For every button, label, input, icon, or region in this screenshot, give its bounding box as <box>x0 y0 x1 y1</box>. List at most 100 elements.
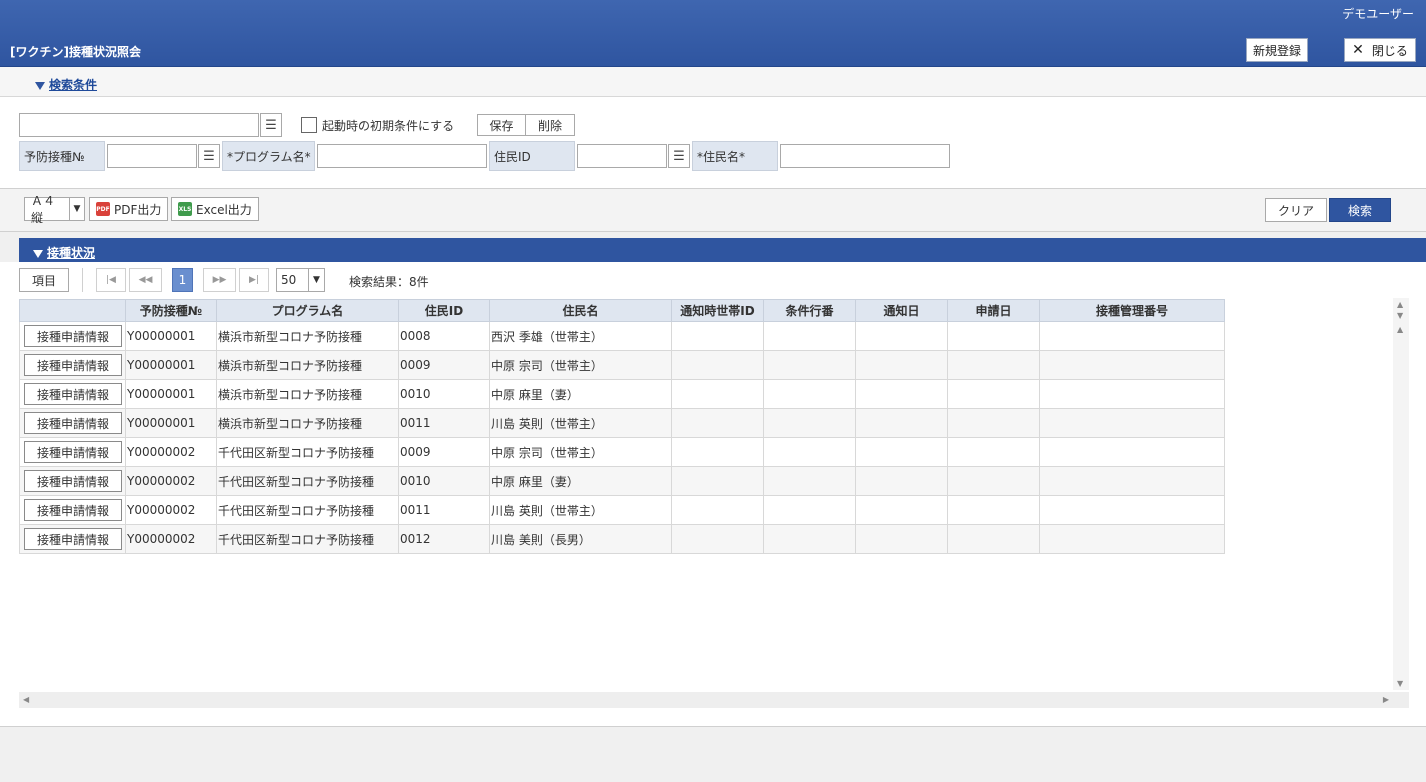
resident-id-list-button[interactable]: ☰ <box>668 144 690 168</box>
scroll-up-icon[interactable]: ▲ <box>1397 300 1403 309</box>
horizontal-scrollbar[interactable]: ◀ ▶ <box>19 692 1409 708</box>
resident-name-label: *住民名* <box>692 141 778 171</box>
cell-vaccine-no: Y00000002 <box>125 466 217 496</box>
cell-program-name: 横浜市新型コロナ予防接種 <box>216 408 399 438</box>
cell-resident-id: 0011 <box>398 408 490 438</box>
next-page-button[interactable]: ▶▶ <box>203 268 236 292</box>
cell-program-name: 千代田区新型コロナ予防接種 <box>216 466 399 496</box>
cell-vaccine-no: Y00000001 <box>125 350 217 380</box>
resident-name-input[interactable] <box>780 144 950 168</box>
scroll-down-icon[interactable]: ▼ <box>1397 679 1403 688</box>
excel-export-button[interactable]: XLS Excel出力 <box>171 197 259 221</box>
cell-resident-name: 中原 宗司（世帯主） <box>489 350 672 380</box>
current-page[interactable]: 1 <box>172 268 193 292</box>
header-notice-date[interactable]: 通知日 <box>855 299 948 322</box>
vaccination-application-button[interactable]: 接種申請情報 <box>24 383 122 405</box>
header-household-id[interactable]: 通知時世帯ID <box>671 299 764 322</box>
vaccination-application-button[interactable]: 接種申請情報 <box>24 528 122 550</box>
cell-vaccine-no: Y00000002 <box>125 437 217 467</box>
dropdown-arrow-icon: ▼ <box>308 269 324 291</box>
table-row: 接種申請情報 Y00000002 千代田区新型コロナ予防接種 0012 川島 美… <box>19 524 1225 554</box>
pdf-export-button[interactable]: PDF PDF出力 <box>89 197 169 221</box>
header-application-date[interactable]: 申請日 <box>947 299 1040 322</box>
vaccination-application-button[interactable]: 接種申請情報 <box>24 412 122 434</box>
search-button[interactable]: 検索 <box>1329 198 1391 222</box>
vaccination-application-button[interactable]: 接種申請情報 <box>24 441 122 463</box>
header-management-no[interactable]: 接種管理番号 <box>1039 299 1225 322</box>
vaccination-application-button[interactable]: 接種申請情報 <box>24 354 122 376</box>
pdf-export-label: PDF出力 <box>114 202 162 217</box>
close-icon: ✕ <box>1352 42 1364 58</box>
paper-size-value: Ａ４縦 <box>31 194 56 225</box>
preset-list-button[interactable]: ☰ <box>260 113 282 137</box>
save-button[interactable]: 保存 <box>477 114 526 136</box>
paper-size-select[interactable]: Ａ４縦 ▼ <box>24 194 85 225</box>
cell-resident-id: 0010 <box>398 379 490 409</box>
cell-resident-name: 中原 宗司（世帯主） <box>489 437 672 467</box>
columns-button[interactable]: 項目 <box>19 268 69 292</box>
resident-id-label: 住民ID <box>489 141 575 171</box>
next-page-icon: ▶▶ <box>212 275 227 285</box>
vaccine-no-input[interactable] <box>107 144 197 168</box>
result-count: 検索結果：8件 <box>349 275 429 289</box>
vertical-scrollbar[interactable]: ▲ ▼ ▲ ▼ <box>1393 298 1409 690</box>
dropdown-arrow-icon: ▼ <box>68 198 84 220</box>
cell-resident-name: 川島 英則（世帯主） <box>489 495 672 525</box>
cell-resident-name: 中原 麻里（妻） <box>489 379 672 409</box>
cell-program-name: 千代田区新型コロナ予防接種 <box>216 524 399 554</box>
last-page-button[interactable]: ▶| <box>239 268 269 292</box>
excel-export-label: Excel出力 <box>196 202 252 217</box>
user-name[interactable]: デモユーザー <box>1342 5 1414 22</box>
prev-page-icon: ◀◀ <box>138 275 153 285</box>
clear-button[interactable]: クリア <box>1265 198 1327 222</box>
cell-resident-id: 0009 <box>398 350 490 380</box>
new-register-button[interactable]: 新規登録 <box>1246 38 1308 62</box>
header-action <box>19 299 126 322</box>
list-icon: ☰ <box>673 148 685 164</box>
resident-id-input[interactable] <box>577 144 667 168</box>
startup-condition-label: 起動時の初期条件にする <box>322 119 455 133</box>
vaccination-application-button[interactable]: 接種申請情報 <box>24 470 122 492</box>
cell-vaccine-no: Y00000002 <box>125 524 217 554</box>
header-resident-id[interactable]: 住民ID <box>398 299 490 322</box>
scroll-left-icon[interactable]: ◀ <box>23 695 29 704</box>
scroll-right-icon[interactable]: ▶ <box>1383 695 1389 704</box>
results-section-header <box>19 238 1426 262</box>
vaccine-no-list-button[interactable]: ☰ <box>198 144 220 168</box>
search-section-header <box>0 67 1426 97</box>
scroll-up-icon[interactable]: ▲ <box>1397 325 1403 334</box>
search-preset-input[interactable] <box>19 113 259 137</box>
cell-vaccine-no: Y00000001 <box>125 321 217 351</box>
pager-divider <box>82 268 83 292</box>
title-bar <box>0 0 1426 67</box>
cell-resident-name: 川島 美則（長男） <box>489 524 672 554</box>
header-resident-name[interactable]: 住民名 <box>489 299 672 322</box>
cell-vaccine-no: Y00000002 <box>125 495 217 525</box>
close-button-label: 閉じる <box>1371 43 1408 58</box>
close-button[interactable]: ✕ 閉じる <box>1344 38 1416 62</box>
cell-resident-id: 0008 <box>398 321 490 351</box>
table-row: 接種申請情報 Y00000002 千代田区新型コロナ予防接種 0011 川島 英… <box>19 495 1225 525</box>
search-section-title: 検索条件 <box>49 78 98 92</box>
vaccination-application-button[interactable]: 接種申請情報 <box>24 325 122 347</box>
table-row: 接種申請情報 Y00000002 千代田区新型コロナ予防接種 0009 中原 宗… <box>19 437 1225 467</box>
startup-condition-checkbox[interactable] <box>301 117 317 133</box>
table-row: 接種申請情報 Y00000001 横浜市新型コロナ予防接種 0011 川島 英則… <box>19 408 1225 438</box>
page-title: [ワクチン]接種状況照会 <box>10 45 141 59</box>
header-condition-row[interactable]: 条件行番 <box>763 299 856 322</box>
program-name-input[interactable] <box>317 144 487 168</box>
header-vaccine-no[interactable]: 予防接種№ <box>125 299 217 322</box>
results-section-toggle[interactable]: 接種状況 <box>33 244 95 261</box>
page-size-select[interactable]: 50 ▼ <box>276 268 325 292</box>
vaccination-application-button[interactable]: 接種申請情報 <box>24 499 122 521</box>
cell-vaccine-no: Y00000001 <box>125 379 217 409</box>
table-header-row: 予防接種№ プログラム名 住民ID 住民名 通知時世帯ID 条件行番 通知日 申… <box>19 299 1225 322</box>
delete-button[interactable]: 削除 <box>525 114 575 136</box>
table-row: 接種申請情報 Y00000001 横浜市新型コロナ予防接種 0010 中原 麻里… <box>19 379 1225 409</box>
scroll-down-icon[interactable]: ▼ <box>1397 311 1403 320</box>
first-page-button[interactable]: |◀ <box>96 268 126 292</box>
search-section-toggle[interactable]: 検索条件 <box>35 76 97 93</box>
page-size-value: 50 <box>281 273 297 287</box>
prev-page-button[interactable]: ◀◀ <box>129 268 162 292</box>
header-program-name[interactable]: プログラム名 <box>216 299 399 322</box>
